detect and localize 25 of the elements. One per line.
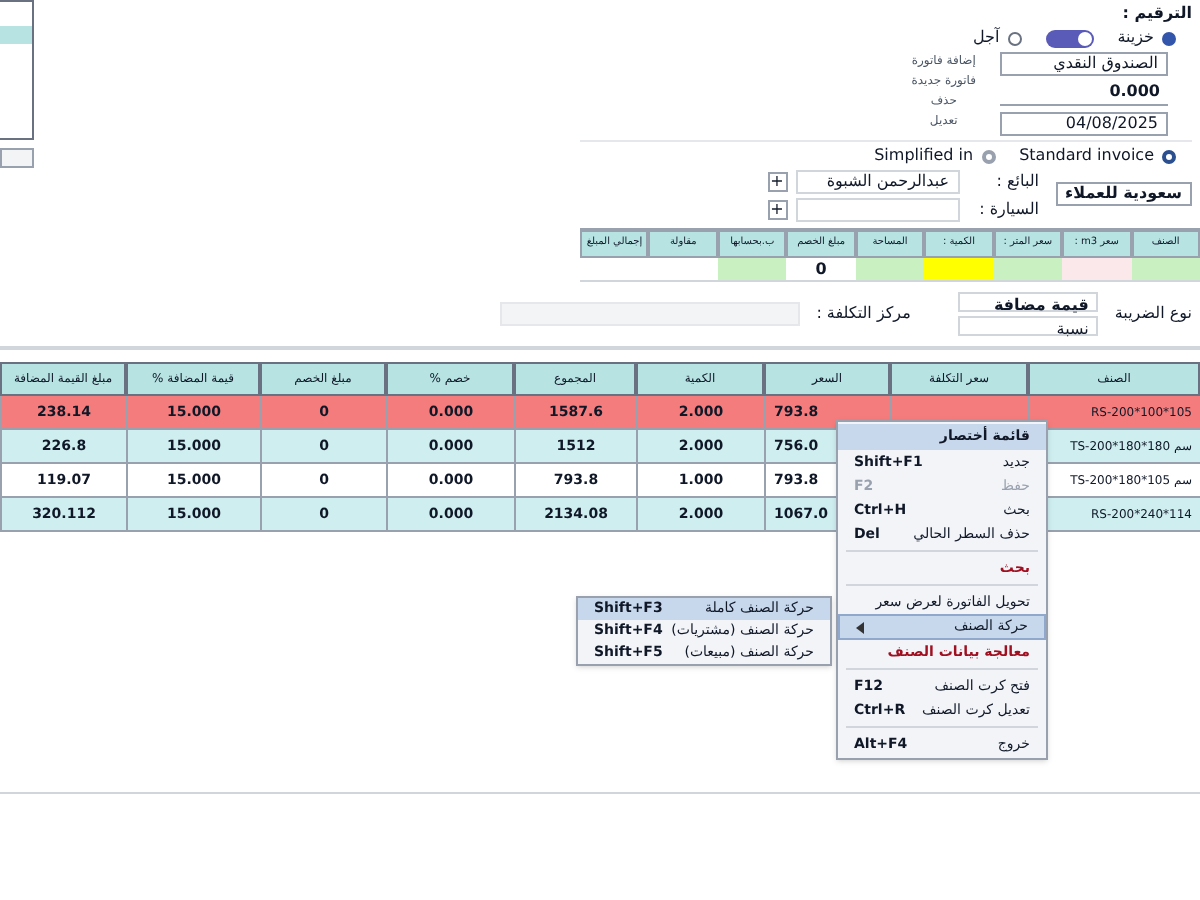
invoice-type-radio[interactable]: Standard invoice [1019,146,1176,166]
panel-button[interactable] [0,148,34,168]
payment-radio[interactable]: آجل [972,28,1022,48]
toggle-switch[interactable] [1045,29,1094,47]
date-field[interactable]: 04/08/2025 [1000,112,1168,136]
customer-group-field[interactable]: سعودية للعملاء [1055,182,1192,206]
field-label: البائع : [994,172,1040,192]
payment-radio[interactable]: خزينة [1117,28,1176,48]
submenu-arrow-icon [856,621,864,633]
numbering-label: الترقيم : [1122,4,1192,24]
add-button[interactable]: + [767,200,788,220]
add-button[interactable]: + [767,172,788,192]
tax-rate-dropdown[interactable]: نسبة [958,316,1099,336]
field-label: السيارة : [977,200,1040,220]
amount-field[interactable]: 0.000 [1000,82,1168,106]
tax-type-dropdown[interactable]: قيمة مضافة [958,292,1099,312]
list-panel [0,0,34,140]
invoice-type-radio[interactable]: Simplified in [874,146,996,166]
salesperson-dropdown[interactable]: عبدالرحمن الشبوة [795,170,960,194]
cost-center-dropdown[interactable] [500,302,801,326]
entry-field[interactable]: 0 [786,258,856,282]
car-dropdown[interactable] [795,198,960,222]
field-label: مركز التكلفة : [816,302,911,326]
cashbox-dropdown[interactable]: الصندوق النقدي [1000,52,1168,76]
field-label: نوع الضريبة [1114,302,1192,326]
